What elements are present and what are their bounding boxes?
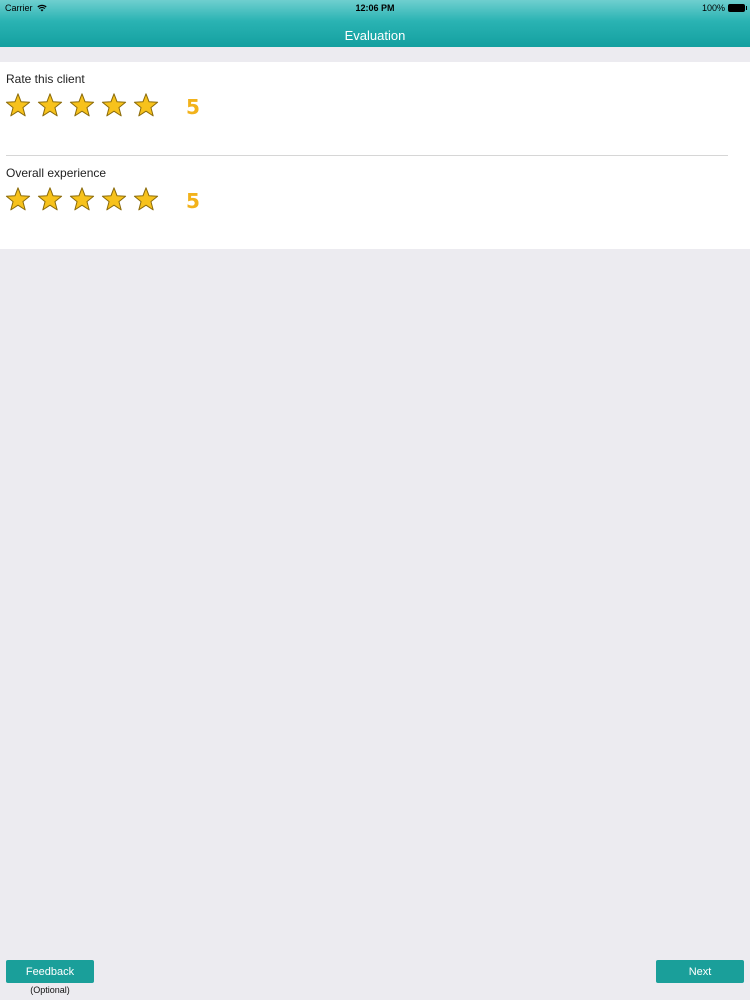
rating-value: 5 bbox=[186, 189, 200, 213]
battery-icon bbox=[728, 4, 747, 12]
star-icon[interactable] bbox=[101, 186, 127, 212]
star-icon[interactable] bbox=[69, 186, 95, 212]
page-title: Evaluation bbox=[344, 28, 406, 43]
status-bar: Carrier 12:06 PM 100% bbox=[0, 0, 750, 16]
star-rating[interactable] bbox=[5, 186, 159, 212]
star-icon[interactable] bbox=[37, 186, 63, 212]
rating-label: Rate this client bbox=[6, 72, 85, 86]
star-icon[interactable] bbox=[133, 186, 159, 212]
ratings-card: Rate this client 5 Overall experience 5 bbox=[0, 62, 750, 249]
star-icon[interactable] bbox=[69, 92, 95, 118]
status-time: 12:06 PM bbox=[355, 3, 395, 13]
battery-info: 100% bbox=[701, 3, 747, 13]
rating-value: 5 bbox=[186, 95, 200, 119]
star-icon[interactable] bbox=[5, 92, 31, 118]
star-icon[interactable] bbox=[133, 92, 159, 118]
star-rating[interactable] bbox=[5, 92, 159, 118]
feedback-button[interactable]: Feedback bbox=[6, 960, 94, 983]
divider bbox=[6, 155, 728, 156]
star-icon[interactable] bbox=[5, 186, 31, 212]
next-button[interactable]: Next bbox=[656, 960, 744, 983]
star-icon[interactable] bbox=[101, 92, 127, 118]
rating-label: Overall experience bbox=[6, 166, 107, 180]
star-icon[interactable] bbox=[37, 92, 63, 118]
feedback-optional-note: (Optional) bbox=[30, 985, 70, 995]
battery-percent: 100% bbox=[701, 3, 725, 13]
navigation-header: Carrier 12:06 PM 100% Evaluation bbox=[0, 0, 750, 47]
